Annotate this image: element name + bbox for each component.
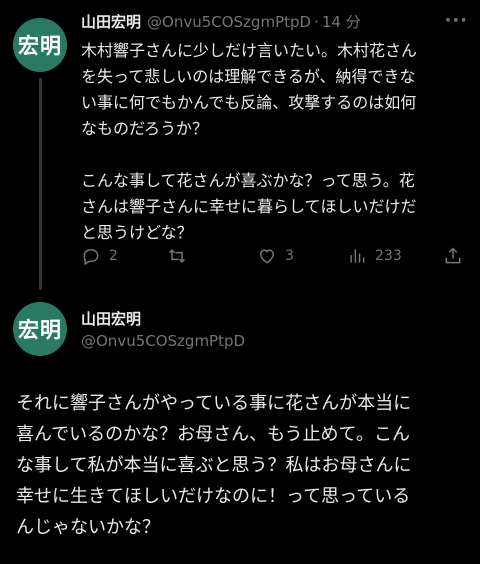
tweet-text: それに響子さんがやっている事に花さんが本当に 喜んでいるのかな？お母さん、もう止… (16, 388, 468, 543)
author-handle[interactable]: @Onvu5COSzgmPtpD (147, 13, 311, 31)
reply-icon (83, 248, 99, 266)
tweet-line: 幸せに生きてほしいだけなのに！って思っている (16, 486, 411, 507)
tweet-line: な事して私が本当に喜ぶと思う？私はお母さんに (16, 455, 412, 476)
tweet-line: なものだろうか？ (81, 119, 209, 138)
tweet-line: んじゃないかな？ (16, 517, 160, 538)
author-name[interactable]: 山田宏明 (81, 308, 141, 329)
views-count: 233 (375, 248, 402, 264)
share-button[interactable] (443, 244, 463, 268)
tweet-text: 木村響子さんに少しだけ言いたい。木村花さん を失って悲しいのは理解できるが、納得… (81, 38, 473, 246)
retweet-icon (168, 249, 186, 263)
tweet-2[interactable]: 宏明 山田宏明 @Onvu5COSzgmPtpD それに響子さんがやっている事に… (0, 290, 480, 564)
like-button[interactable]: 3 (257, 244, 294, 268)
more-options-icon[interactable]: ··· (444, 10, 468, 31)
like-count: 3 (285, 248, 294, 264)
action-bar: 2 3 233 (81, 244, 471, 270)
separator-dot: · (314, 13, 319, 31)
tweet-paragraph: こんな事して花さんが喜ぶかな？って思う。花 さんは響子さんに幸せに暮らしてほしい… (81, 168, 473, 246)
avatar[interactable]: 宏明 (13, 302, 67, 356)
tweet-1[interactable]: 宏明 山田宏明 @Onvu5COSzgmPtpD · 14 分 ··· 木村響子… (0, 0, 480, 290)
thread-view: 宏明 山田宏明 @Onvu5COSzgmPtpD · 14 分 ··· 木村響子… (0, 0, 480, 564)
reply-button[interactable]: 2 (81, 244, 118, 268)
share-icon (445, 247, 461, 264)
analytics-icon (350, 249, 365, 263)
tweet-line: い事に何でもかんでも反論、攻撃するのは如何 (81, 93, 417, 112)
tweet-line: さんは響子さんに幸せに暮らしてほしいだけだ (81, 197, 417, 216)
tweet-line: 喜んでいるのかな？お母さん、もう止めて。こん (16, 424, 411, 445)
retweet-button[interactable] (167, 244, 195, 268)
tweet-header: 山田宏明 @Onvu5COSzgmPtpD · 14 分 (81, 11, 461, 32)
author-handle[interactable]: @Onvu5COSzgmPtpD (81, 332, 245, 350)
tweet-line: と思うけどな？ (81, 223, 193, 242)
tweet-line: 木村響子さんに少しだけ言いたい。木村花さん (81, 41, 418, 60)
tweet-line: それに響子さんがやっている事に花さんが本当に (16, 393, 412, 414)
author-name[interactable]: 山田宏明 (81, 11, 141, 32)
tweet-paragraph: 木村響子さんに少しだけ言いたい。木村花さん を失って悲しいのは理解できるが、納得… (81, 38, 473, 142)
heart-icon (259, 249, 275, 264)
views-button[interactable]: 233 (347, 244, 402, 268)
avatar[interactable]: 宏明 (13, 18, 67, 72)
timestamp[interactable]: 14 分 (322, 11, 361, 32)
tweet-line: こんな事して花さんが喜ぶかな？って思う。花 (81, 171, 415, 190)
tweet-line: を失って悲しいのは理解できるが、納得できな (81, 67, 416, 86)
reply-count: 2 (109, 248, 118, 264)
thread-connector-line (39, 78, 42, 290)
